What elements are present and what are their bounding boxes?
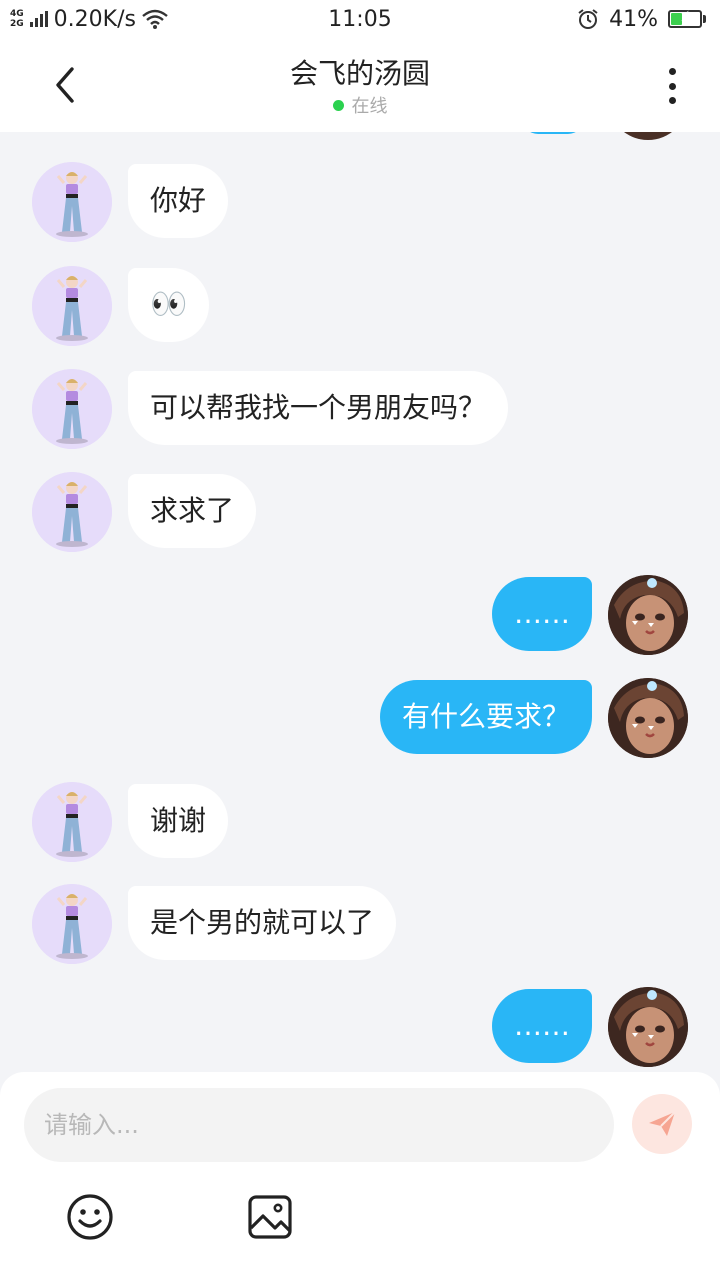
send-icon xyxy=(649,1111,676,1136)
network-type-bottom: 2G xyxy=(10,19,24,29)
message-bubble[interactable]: 求求了 xyxy=(128,474,257,548)
send-button[interactable] xyxy=(632,1094,692,1154)
contact-avatar[interactable] xyxy=(32,162,112,242)
message-row: 是个男的就可以了 xyxy=(0,884,720,964)
message-row: 谢谢 xyxy=(0,782,720,862)
message-row: 👀 xyxy=(0,266,720,346)
online-status-label: 在线 xyxy=(351,96,388,117)
message-bubble[interactable]: …… xyxy=(492,577,592,651)
message-list[interactable]: 你好 👀 可以帮我找一个男朋友吗？ 求求了 …… 有什么要求？ 谢谢是个男的就可以了 …… xyxy=(0,132,720,1072)
message-bubble[interactable]: 你好 xyxy=(128,164,229,238)
message-row: 求求了 xyxy=(0,472,720,552)
contact-avatar[interactable] xyxy=(32,782,112,862)
network-speed: 0.20K/s xyxy=(53,6,136,32)
message-bubble[interactable]: 有什么要求？ xyxy=(379,680,592,754)
more-button[interactable] xyxy=(652,64,692,108)
message-bubble[interactable]: 是个男的就可以了 xyxy=(128,886,397,960)
signal-icon xyxy=(29,11,48,27)
input-bar xyxy=(0,1072,720,1280)
message-row: …… xyxy=(0,575,720,655)
message-row: 你好 xyxy=(0,162,720,242)
message-row: …… xyxy=(0,987,720,1067)
status-bar-left: 4G 2G 0.20K/s xyxy=(10,7,168,32)
self-avatar[interactable] xyxy=(608,987,688,1067)
contact-avatar[interactable] xyxy=(32,369,112,449)
status-bar: 4G 2G 0.20K/s 11:05 41% ⚡ xyxy=(0,0,720,38)
message-row: 有什么要求？ xyxy=(0,678,720,758)
battery-percent: 41% xyxy=(609,6,658,32)
smiley-icon xyxy=(67,1194,113,1240)
self-avatar[interactable] xyxy=(608,678,688,758)
message-bubble[interactable]: 可以帮我找一个男朋友吗？ xyxy=(128,371,509,445)
image-icon xyxy=(248,1195,292,1239)
online-dot xyxy=(332,99,344,111)
message-bubble[interactable]: 谢谢 xyxy=(128,784,229,858)
alarm-icon xyxy=(578,9,598,29)
message-bubble[interactable]: …… xyxy=(492,989,592,1063)
self-avatar-partial xyxy=(608,132,688,140)
self-avatar[interactable] xyxy=(608,575,688,655)
battery-icon: ⚡ xyxy=(668,9,706,28)
emoji-button[interactable] xyxy=(65,1192,115,1242)
more-vertical-icon xyxy=(668,68,676,75)
network-type-top: 4G xyxy=(10,9,24,19)
message-bubble[interactable]: 👀 xyxy=(128,268,210,342)
online-status: 在线 xyxy=(0,92,720,118)
wifi-icon xyxy=(142,9,168,29)
contact-avatar[interactable] xyxy=(32,884,112,964)
contact-avatar[interactable] xyxy=(32,266,112,346)
contact-avatar[interactable] xyxy=(32,472,112,552)
chat-header: 会飞的汤圆 在线 xyxy=(0,38,720,132)
chat-title: 会飞的汤圆 xyxy=(289,57,430,90)
image-button[interactable] xyxy=(245,1192,295,1242)
message-row: 可以帮我找一个男朋友吗？ xyxy=(0,369,720,449)
status-bar-right: 41% ⚡ xyxy=(577,7,706,32)
message-bubble-partial xyxy=(522,132,584,134)
network-type: 4G 2G xyxy=(10,9,24,29)
message-input[interactable] xyxy=(24,1088,614,1162)
